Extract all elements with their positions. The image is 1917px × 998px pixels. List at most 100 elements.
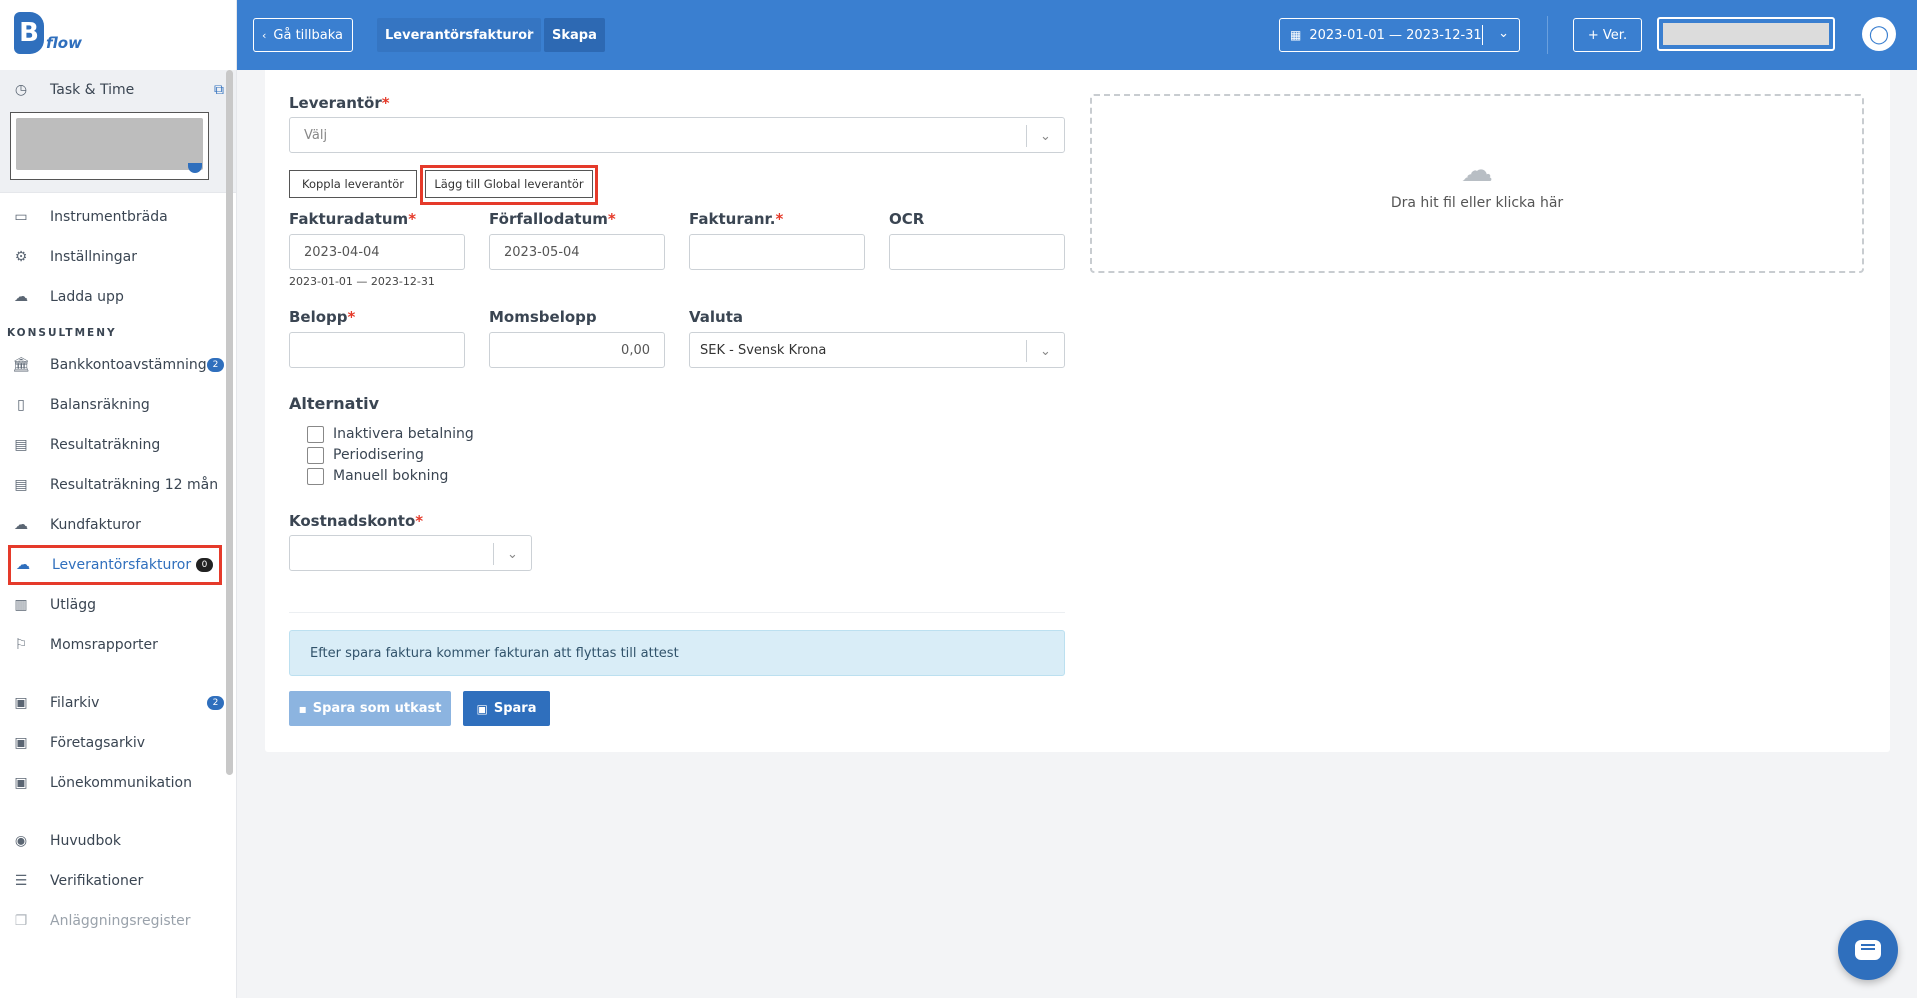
currency-select-value: SEK - Svensk Krona	[700, 342, 827, 358]
sidebar-top: ◷ Task & Time ⧉	[0, 70, 236, 193]
sidebar-item-ladda-upp[interactable]: ☁ Ladda upp	[0, 277, 236, 317]
sidebar-item-label: Balansräkning	[50, 397, 150, 413]
supplier-select[interactable]: Välj ⌄	[289, 117, 1065, 153]
chat-button[interactable]	[1838, 920, 1898, 980]
info-alert: Efter spara faktura kommer fakturan att …	[289, 630, 1065, 676]
sidebar-item-task-time[interactable]: ◷ Task & Time ⧉	[0, 70, 236, 110]
checkbox[interactable]	[307, 446, 324, 464]
date-range-picker[interactable]: ▦ 2023-01-01 — 2023-12-31 ⌄	[1279, 18, 1520, 52]
cloud-upload-icon: ☁	[1461, 150, 1493, 189]
invoice-form-card: Leverantör* Välj ⌄ Koppla leverantör Läg…	[265, 70, 1890, 752]
sidebar-item-installningar[interactable]: ⚙ Inställningar	[0, 237, 236, 277]
sidebar-item-kundfakturor[interactable]: ☁ Kundfakturor	[0, 505, 236, 545]
sidebar-item-label: Kundfakturor	[50, 517, 141, 533]
ocr-label: OCR	[889, 210, 925, 228]
sidebar-item-anlaggningsregister[interactable]: ❐ Anläggningsregister	[0, 901, 236, 941]
breadcrumb-separator-icon: ›	[527, 25, 533, 40]
file-dropzone[interactable]: ☁ Dra hit fil eller klicka här	[1090, 94, 1864, 273]
back-button[interactable]: ‹ Gå tillbaka	[253, 18, 353, 52]
sidebar-item-lonekommunikation[interactable]: ▣ Lönekommunikation	[0, 763, 236, 803]
sidebar-item-label: Bankkontoavstämning	[50, 357, 207, 373]
sidebar-item-balansrakning[interactable]: ▯ Balansräkning	[0, 385, 236, 425]
sidebar-item-huvudbok[interactable]: ◉ Huvudbok	[0, 821, 236, 861]
count-badge: 2	[207, 696, 224, 710]
sidebar-item-label: Lönekommunikation	[50, 775, 192, 791]
sidebar-item-label: Leverantörsfakturor	[52, 557, 192, 573]
sidebar-item-label: Task & Time	[50, 82, 135, 98]
flag-icon: ⚐	[14, 637, 28, 653]
sidebar-item-label: Resultaträkning 12 mån	[50, 477, 219, 493]
logo-mark: B	[14, 12, 44, 54]
currency-select[interactable]: SEK - Svensk Krona ⌄	[689, 332, 1065, 368]
archive-icon: ▣	[14, 735, 28, 751]
sidebar-item-filarkiv[interactable]: ▣ Filarkiv 2	[0, 683, 236, 723]
checkbox[interactable]	[307, 467, 324, 485]
option-manual-booking[interactable]: Manuell bokning	[307, 466, 448, 486]
monitor-icon: ▭	[14, 209, 28, 225]
sidebar-item-label: Anläggningsregister	[50, 913, 191, 929]
save-button[interactable]: ▣ Spara	[463, 691, 550, 726]
option-accrual[interactable]: Periodisering	[307, 445, 424, 465]
save-label: Spara	[493, 701, 537, 716]
cloud-download-icon: ☁	[16, 557, 30, 573]
floppy-disk-icon: ▣	[476, 701, 488, 716]
sidebar-item-label: Företagsarkiv	[50, 735, 146, 751]
document-icon: ▤	[14, 477, 28, 493]
ocr-input[interactable]	[889, 234, 1065, 270]
vat-amount-input[interactable]: 0,00	[489, 332, 665, 368]
logo-text: flow	[46, 34, 82, 52]
sidebar-item-resultatrakning-12[interactable]: ▤ Resultaträkning 12 mån	[0, 465, 236, 505]
sidebar-item-label: Ladda upp	[50, 289, 124, 305]
sidebar-scrollbar[interactable]	[226, 70, 233, 775]
sidebar-item-bankkontoavstamning[interactable]: 🏛 Bankkontoavstämning 2	[0, 345, 236, 385]
sidebar-item-foretagsarkiv[interactable]: ▣ Företagsarkiv	[0, 723, 236, 763]
logo[interactable]: B flow	[14, 12, 82, 54]
chat-icon	[1855, 940, 1881, 960]
company-selector[interactable]	[10, 112, 209, 180]
due-date-label-text: Förfallodatum	[489, 210, 608, 228]
checkbox[interactable]	[307, 425, 324, 443]
amount-input[interactable]	[289, 332, 465, 368]
amount-label: Belopp*	[289, 308, 355, 326]
chevron-down-icon: ⌄	[1026, 125, 1064, 147]
receipt-icon: ▥	[14, 597, 28, 613]
add-global-supplier-button[interactable]: Lägg till Global leverantör	[425, 170, 593, 198]
sidebar-item-verifikationer[interactable]: ☰ Verifikationer	[0, 861, 236, 901]
breadcrumb-leverantorsfakturor[interactable]: Leverantörsfakturor	[377, 18, 542, 52]
sidebar-item-utlagg[interactable]: ▥ Utlägg	[0, 585, 236, 625]
cost-account-label: Kostnadskonto*	[289, 512, 423, 530]
sidebar-item-resultatrakning[interactable]: ▤ Resultaträkning	[0, 425, 236, 465]
required-mark: *	[408, 210, 417, 228]
invoice-date-input[interactable]: 2023-04-04	[289, 234, 465, 270]
option-disable-payment[interactable]: Inaktivera betalning	[307, 424, 474, 444]
sidebar-item-label: Momsrapporter	[50, 637, 158, 653]
sidebar-item-leverantorsfakturor[interactable]: ☁ Leverantörsfakturor 0	[8, 545, 222, 585]
book-icon: ▯	[17, 397, 25, 413]
invoice-number-label-text: Fakturanr.	[689, 210, 776, 228]
chevron-down-icon[interactable]: ⌄	[1498, 26, 1509, 41]
cost-account-select[interactable]: ⌄	[289, 535, 532, 571]
cost-account-label-text: Kostnadskonto	[289, 512, 416, 530]
save-draft-button[interactable]: ▪ Spara som utkast	[289, 691, 451, 726]
user-search-blur	[1663, 23, 1829, 45]
user-search-field[interactable]	[1657, 17, 1835, 51]
option-label: Inaktivera betalning	[333, 426, 474, 442]
avatar-icon[interactable]: ◯	[1862, 17, 1896, 51]
company-selector-indicator	[188, 163, 202, 173]
back-button-label: Gå tillbaka	[273, 27, 343, 43]
invoice-date-label: Fakturadatum*	[289, 210, 416, 228]
invoice-number-input[interactable]	[689, 234, 865, 270]
add-verification-button[interactable]: + Ver.	[1573, 18, 1642, 52]
sidebar-item-instrumentbrada[interactable]: ▭ Instrumentbräda	[0, 197, 236, 237]
currency-label: Valuta	[689, 308, 744, 326]
sidebar-item-momsrapporter[interactable]: ⚐ Momsrapporter	[0, 625, 236, 665]
external-link-icon[interactable]: ⧉	[214, 82, 224, 98]
link-supplier-button[interactable]: Koppla leverantör	[289, 170, 417, 198]
topbar-divider	[1547, 16, 1548, 54]
top-bar: ‹ Gå tillbaka Leverantörsfakturor › Skap…	[237, 0, 1917, 70]
supplier-label: Leverantör*	[289, 94, 390, 112]
options-title: Alternativ	[289, 394, 380, 413]
due-date-input[interactable]: 2023-05-04	[489, 234, 665, 270]
chevron-left-icon: ‹	[262, 28, 267, 42]
sidebar-item-label: Resultaträkning	[50, 437, 161, 453]
